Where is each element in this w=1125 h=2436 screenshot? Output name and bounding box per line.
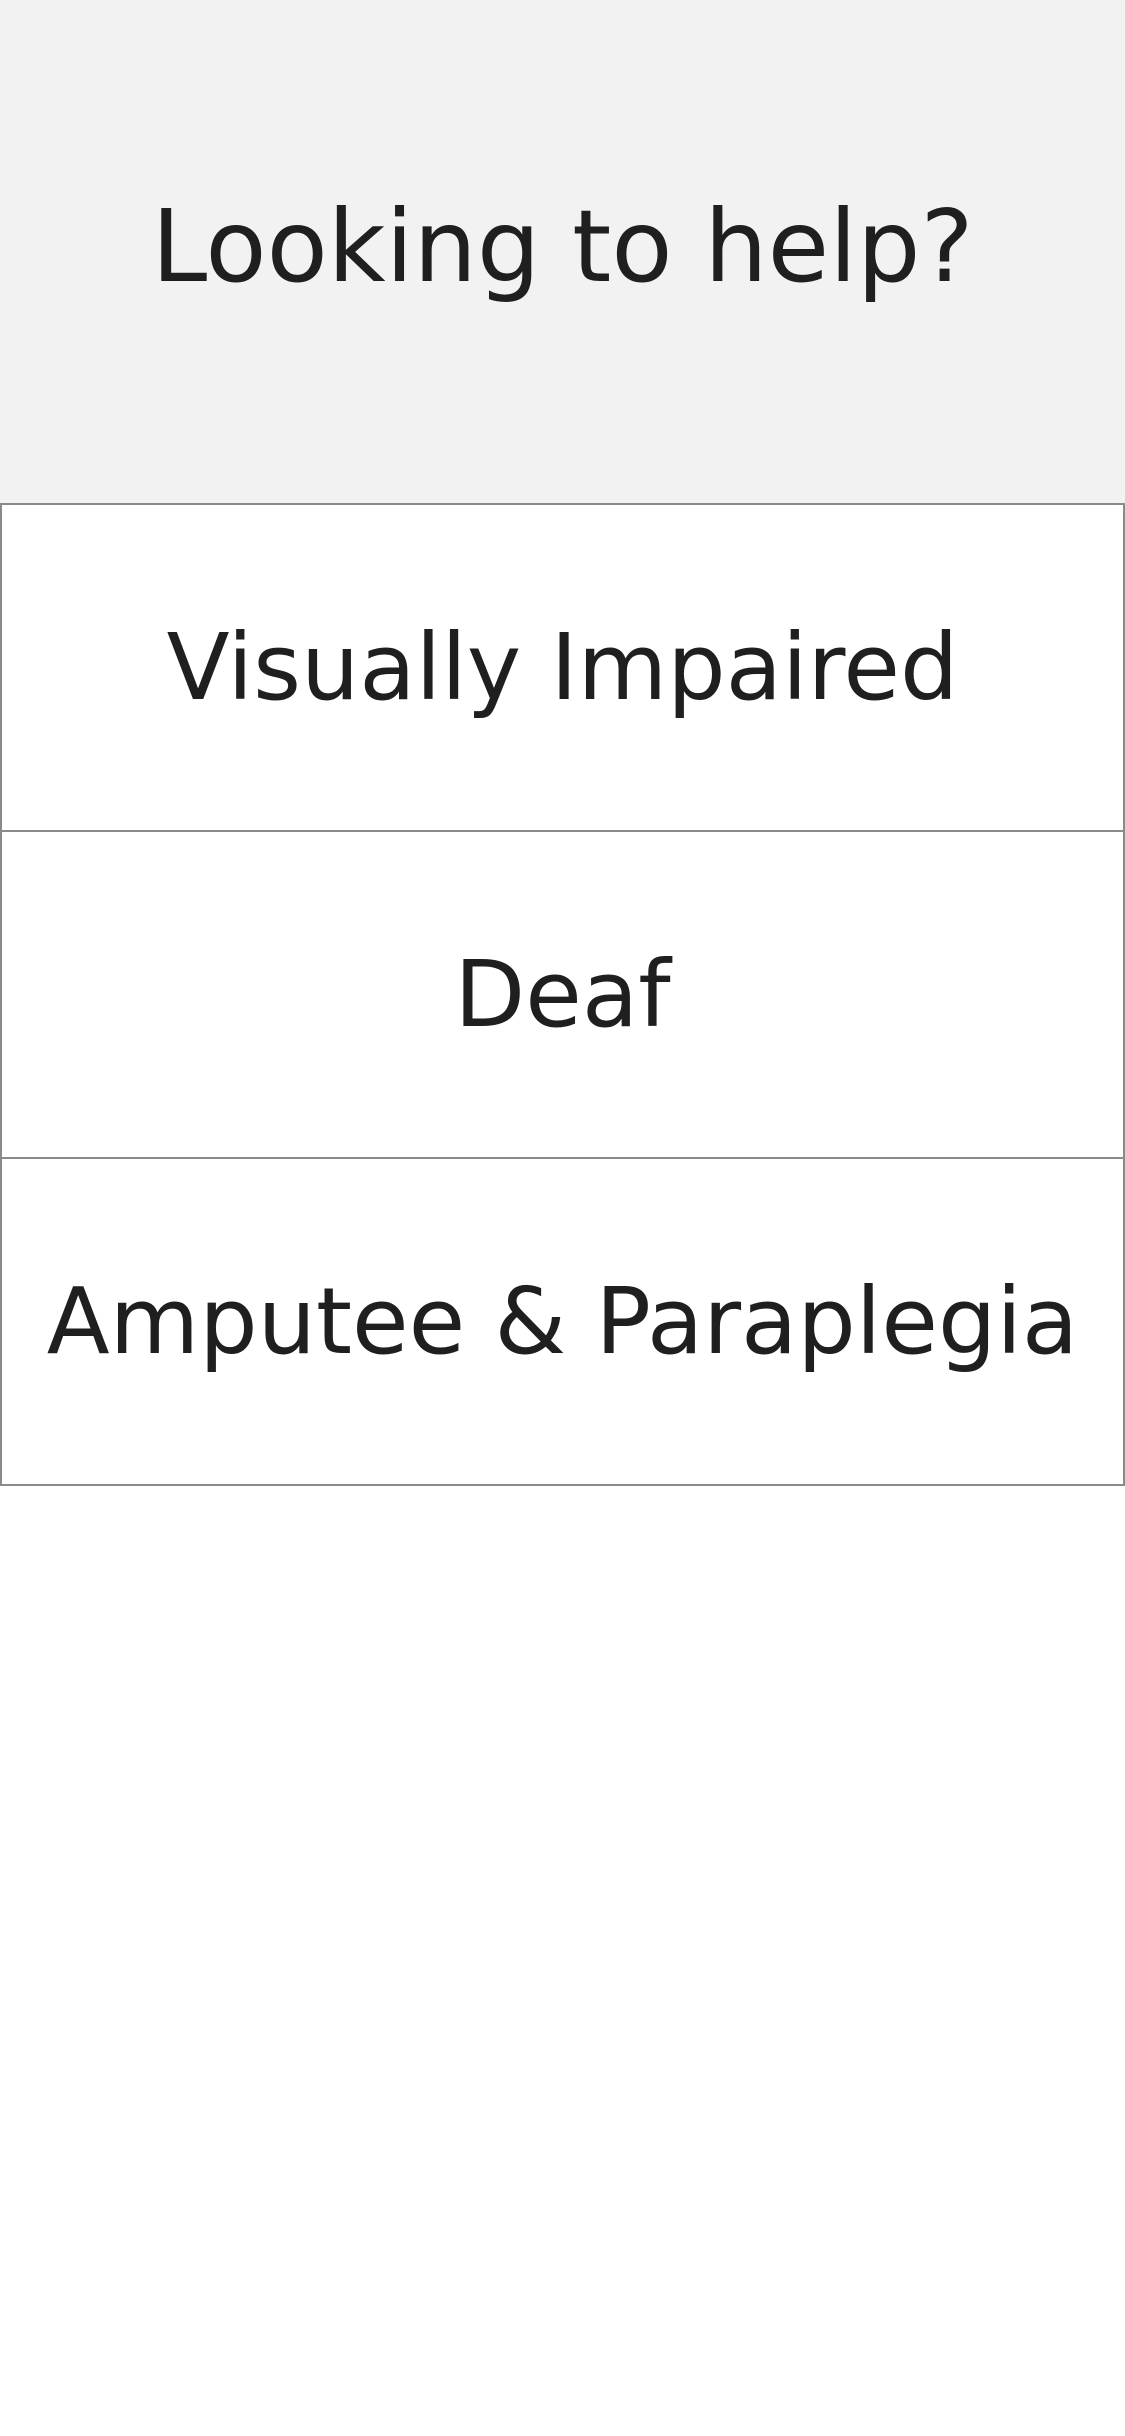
option-label: Amputee & Paraplegia: [46, 1268, 1079, 1375]
option-deaf[interactable]: Deaf: [0, 832, 1125, 1159]
option-label: Visually Impaired: [166, 614, 959, 721]
option-list: Visually Impaired Deaf Amputee & Paraple…: [0, 503, 1125, 1486]
page-title: Looking to help?: [151, 188, 974, 305]
option-visually-impaired[interactable]: Visually Impaired: [0, 503, 1125, 832]
option-label: Deaf: [454, 941, 671, 1048]
option-amputee-paraplegia[interactable]: Amputee & Paraplegia: [0, 1159, 1125, 1486]
header: Looking to help?: [0, 0, 1125, 503]
